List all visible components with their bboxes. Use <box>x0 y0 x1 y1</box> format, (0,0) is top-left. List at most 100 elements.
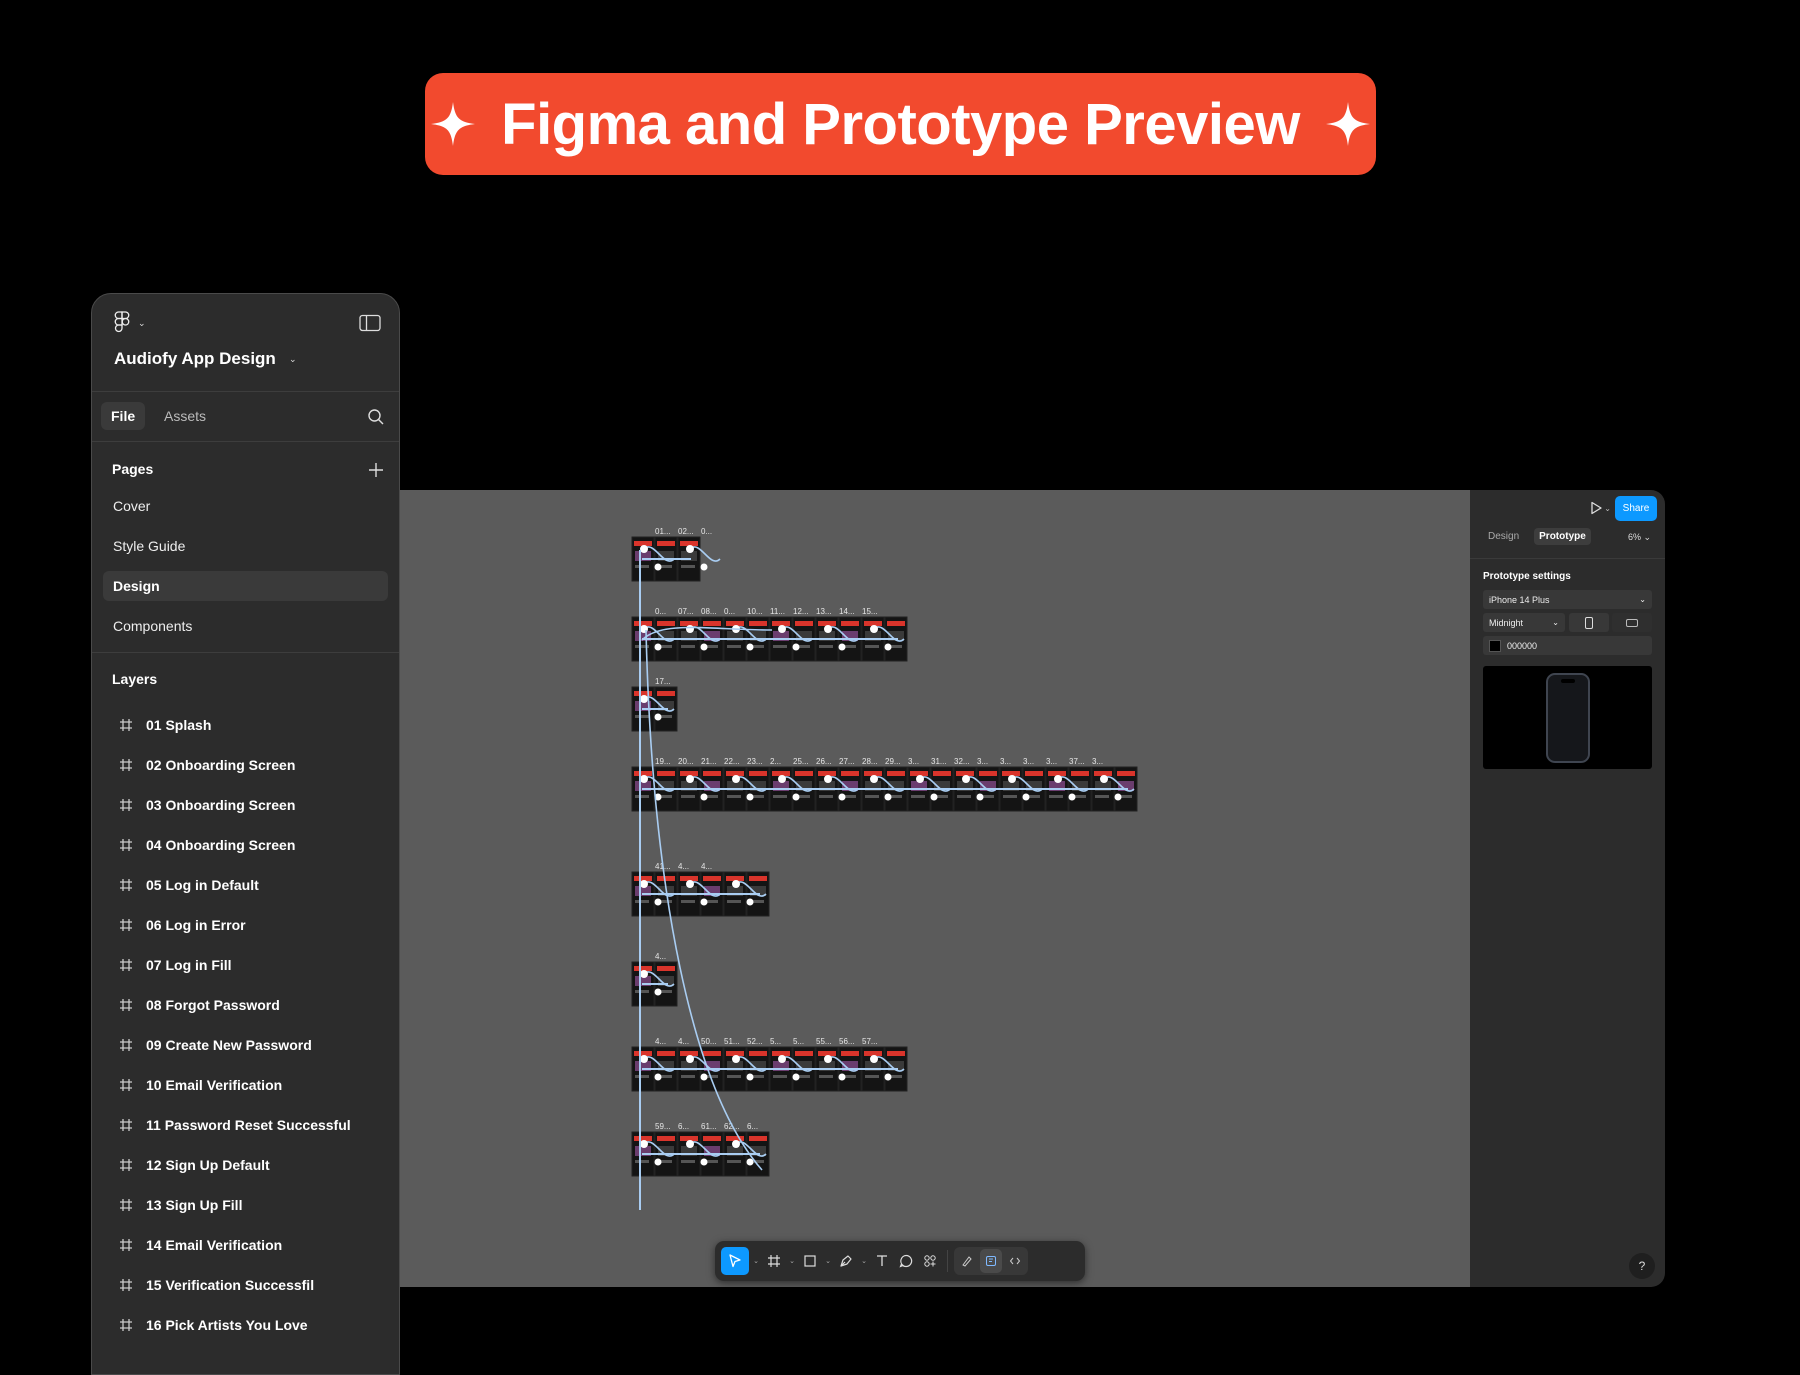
layer-item[interactable]: 09 Create New Password <box>106 1030 391 1060</box>
design-canvas[interactable]: 01... 02... 0... 0... 07... 08... 0... 10... 11.… <box>395 490 1470 1287</box>
chevron-down-icon[interactable]: ⌄ <box>787 1257 797 1265</box>
layer-item[interactable]: 05 Log in Default <box>106 870 391 900</box>
screen-line <box>819 645 833 648</box>
screen-line <box>635 1160 649 1163</box>
flow-node <box>746 1073 754 1081</box>
model-select[interactable]: Midnight ⌄ <box>1483 613 1565 632</box>
flow-node <box>654 988 662 996</box>
flow-node <box>824 775 832 783</box>
layer-item[interactable]: 13 Sign Up Fill <box>106 1190 391 1220</box>
sidebar-toggle-icon[interactable] <box>359 314 381 332</box>
flow-node <box>792 793 800 801</box>
background-color-field[interactable]: 000000 <box>1483 636 1652 655</box>
chevron-down-icon[interactable]: ⌄ <box>823 1257 833 1265</box>
frame-label: 20... <box>678 757 694 766</box>
help-button[interactable]: ? <box>1629 1253 1655 1279</box>
device-select[interactable]: iPhone 14 Plus ⌄ <box>1483 590 1652 609</box>
color-swatch[interactable] <box>1489 639 1501 652</box>
text-tool-button[interactable] <box>871 1247 893 1275</box>
page-item-cover[interactable]: Cover <box>103 491 388 521</box>
frame-label: 3... <box>1046 757 1057 766</box>
screen-line <box>727 645 741 648</box>
screen-line <box>773 645 787 648</box>
frame-label: 21... <box>701 757 717 766</box>
flow-node <box>838 643 846 651</box>
shape-tool-button[interactable] <box>799 1247 821 1275</box>
draw-mode-button[interactable] <box>956 1249 978 1273</box>
frame-label: 11... <box>770 607 785 616</box>
layer-label: 16 Pick Artists You Love <box>146 1317 308 1333</box>
frame-tool-button[interactable] <box>763 1247 785 1275</box>
screen-header <box>795 771 813 776</box>
landscape-toggle[interactable] <box>1612 613 1652 632</box>
layer-item[interactable]: 14 Email Verification <box>106 1230 391 1260</box>
present-play-icon[interactable] <box>1589 501 1603 515</box>
chevron-down-icon[interactable]: ⌄ <box>751 1257 761 1265</box>
device-value: iPhone 14 Plus <box>1489 594 1550 605</box>
flow-node <box>686 625 694 633</box>
screen-header <box>657 541 675 546</box>
move-tool-button[interactable] <box>721 1247 749 1275</box>
screen-line <box>681 900 695 903</box>
layer-item[interactable]: 03 Onboarding Screen <box>106 790 391 820</box>
layer-label: 13 Sign Up Fill <box>146 1197 243 1213</box>
chevron-down-icon[interactable]: ⌄ <box>1604 504 1611 513</box>
layer-item[interactable]: 10 Email Verification <box>106 1070 391 1100</box>
portrait-toggle[interactable] <box>1569 613 1609 632</box>
layer-item[interactable]: 06 Log in Error <box>106 910 391 940</box>
frame-label: 61... <box>701 1122 717 1131</box>
screen-header <box>887 771 905 776</box>
comment-tool-button[interactable] <box>895 1247 917 1275</box>
screen-header <box>979 771 997 776</box>
layer-item[interactable]: 12 Sign Up Default <box>106 1150 391 1180</box>
flow-node <box>686 775 694 783</box>
layer-item[interactable]: 11 Password Reset Successful <box>106 1110 391 1140</box>
tab-file[interactable]: File <box>101 402 146 430</box>
mode-switcher <box>954 1247 1028 1275</box>
figma-logo-icon[interactable] <box>114 311 130 333</box>
screen-header <box>1071 771 1089 776</box>
file-name[interactable]: Audiofy App Design <box>114 349 276 369</box>
screen-line <box>635 715 649 718</box>
zoom-level[interactable]: 6% ⌄ <box>1628 532 1651 543</box>
page-item-design[interactable]: Design <box>103 571 388 601</box>
divider <box>1470 558 1665 559</box>
flow-node <box>746 1158 754 1166</box>
flow-node <box>700 793 708 801</box>
share-button[interactable]: Share <box>1615 496 1657 521</box>
frame-label: 28... <box>862 757 878 766</box>
layer-item[interactable]: 04 Onboarding Screen <box>106 830 391 860</box>
flow-node <box>1114 793 1122 801</box>
chevron-down-icon[interactable]: ⌄ <box>289 354 297 365</box>
page-item-components[interactable]: Components <box>103 611 388 641</box>
tab-assets[interactable]: Assets <box>154 402 216 430</box>
layer-item[interactable]: 01 Splash <box>106 710 391 740</box>
layer-item[interactable]: 16 Pick Artists You Love <box>106 1310 391 1340</box>
pen-tool-button[interactable] <box>835 1247 857 1275</box>
chevron-down-icon[interactable]: ⌄ <box>859 1257 869 1265</box>
layer-item[interactable]: 02 Onboarding Screen <box>106 750 391 780</box>
flow-node <box>686 1140 694 1148</box>
flow-node <box>640 1055 648 1063</box>
flow-node <box>746 793 754 801</box>
screen-line <box>819 1075 833 1078</box>
screen-line <box>865 1075 879 1078</box>
frame-label: 01... <box>655 527 671 536</box>
frame-label: 57... <box>862 1037 878 1046</box>
frame-label: 22... <box>724 757 740 766</box>
dev-mode-button[interactable] <box>1004 1249 1026 1273</box>
layer-item[interactable]: 08 Forgot Password <box>106 990 391 1020</box>
layer-item[interactable]: 15 Verification Successfil <box>106 1270 391 1300</box>
page-item-style-guide[interactable]: Style Guide <box>103 531 388 561</box>
layer-item[interactable]: 07 Log in Fill <box>106 950 391 980</box>
design-mode-button[interactable] <box>980 1249 1002 1273</box>
tab-prototype[interactable]: Prototype <box>1534 528 1591 545</box>
actions-tool-button[interactable] <box>919 1247 941 1275</box>
add-page-icon[interactable] <box>367 461 385 479</box>
phone-mockup <box>1545 672 1590 763</box>
tab-design[interactable]: Design <box>1483 528 1524 545</box>
prototype-flow-map: 01... 02... 0... 0... 07... 08... 0... 10... 11.… <box>631 527 1138 1210</box>
search-icon[interactable] <box>367 408 385 426</box>
portrait-icon <box>1585 616 1593 629</box>
chevron-down-icon[interactable]: ⌄ <box>138 318 146 329</box>
